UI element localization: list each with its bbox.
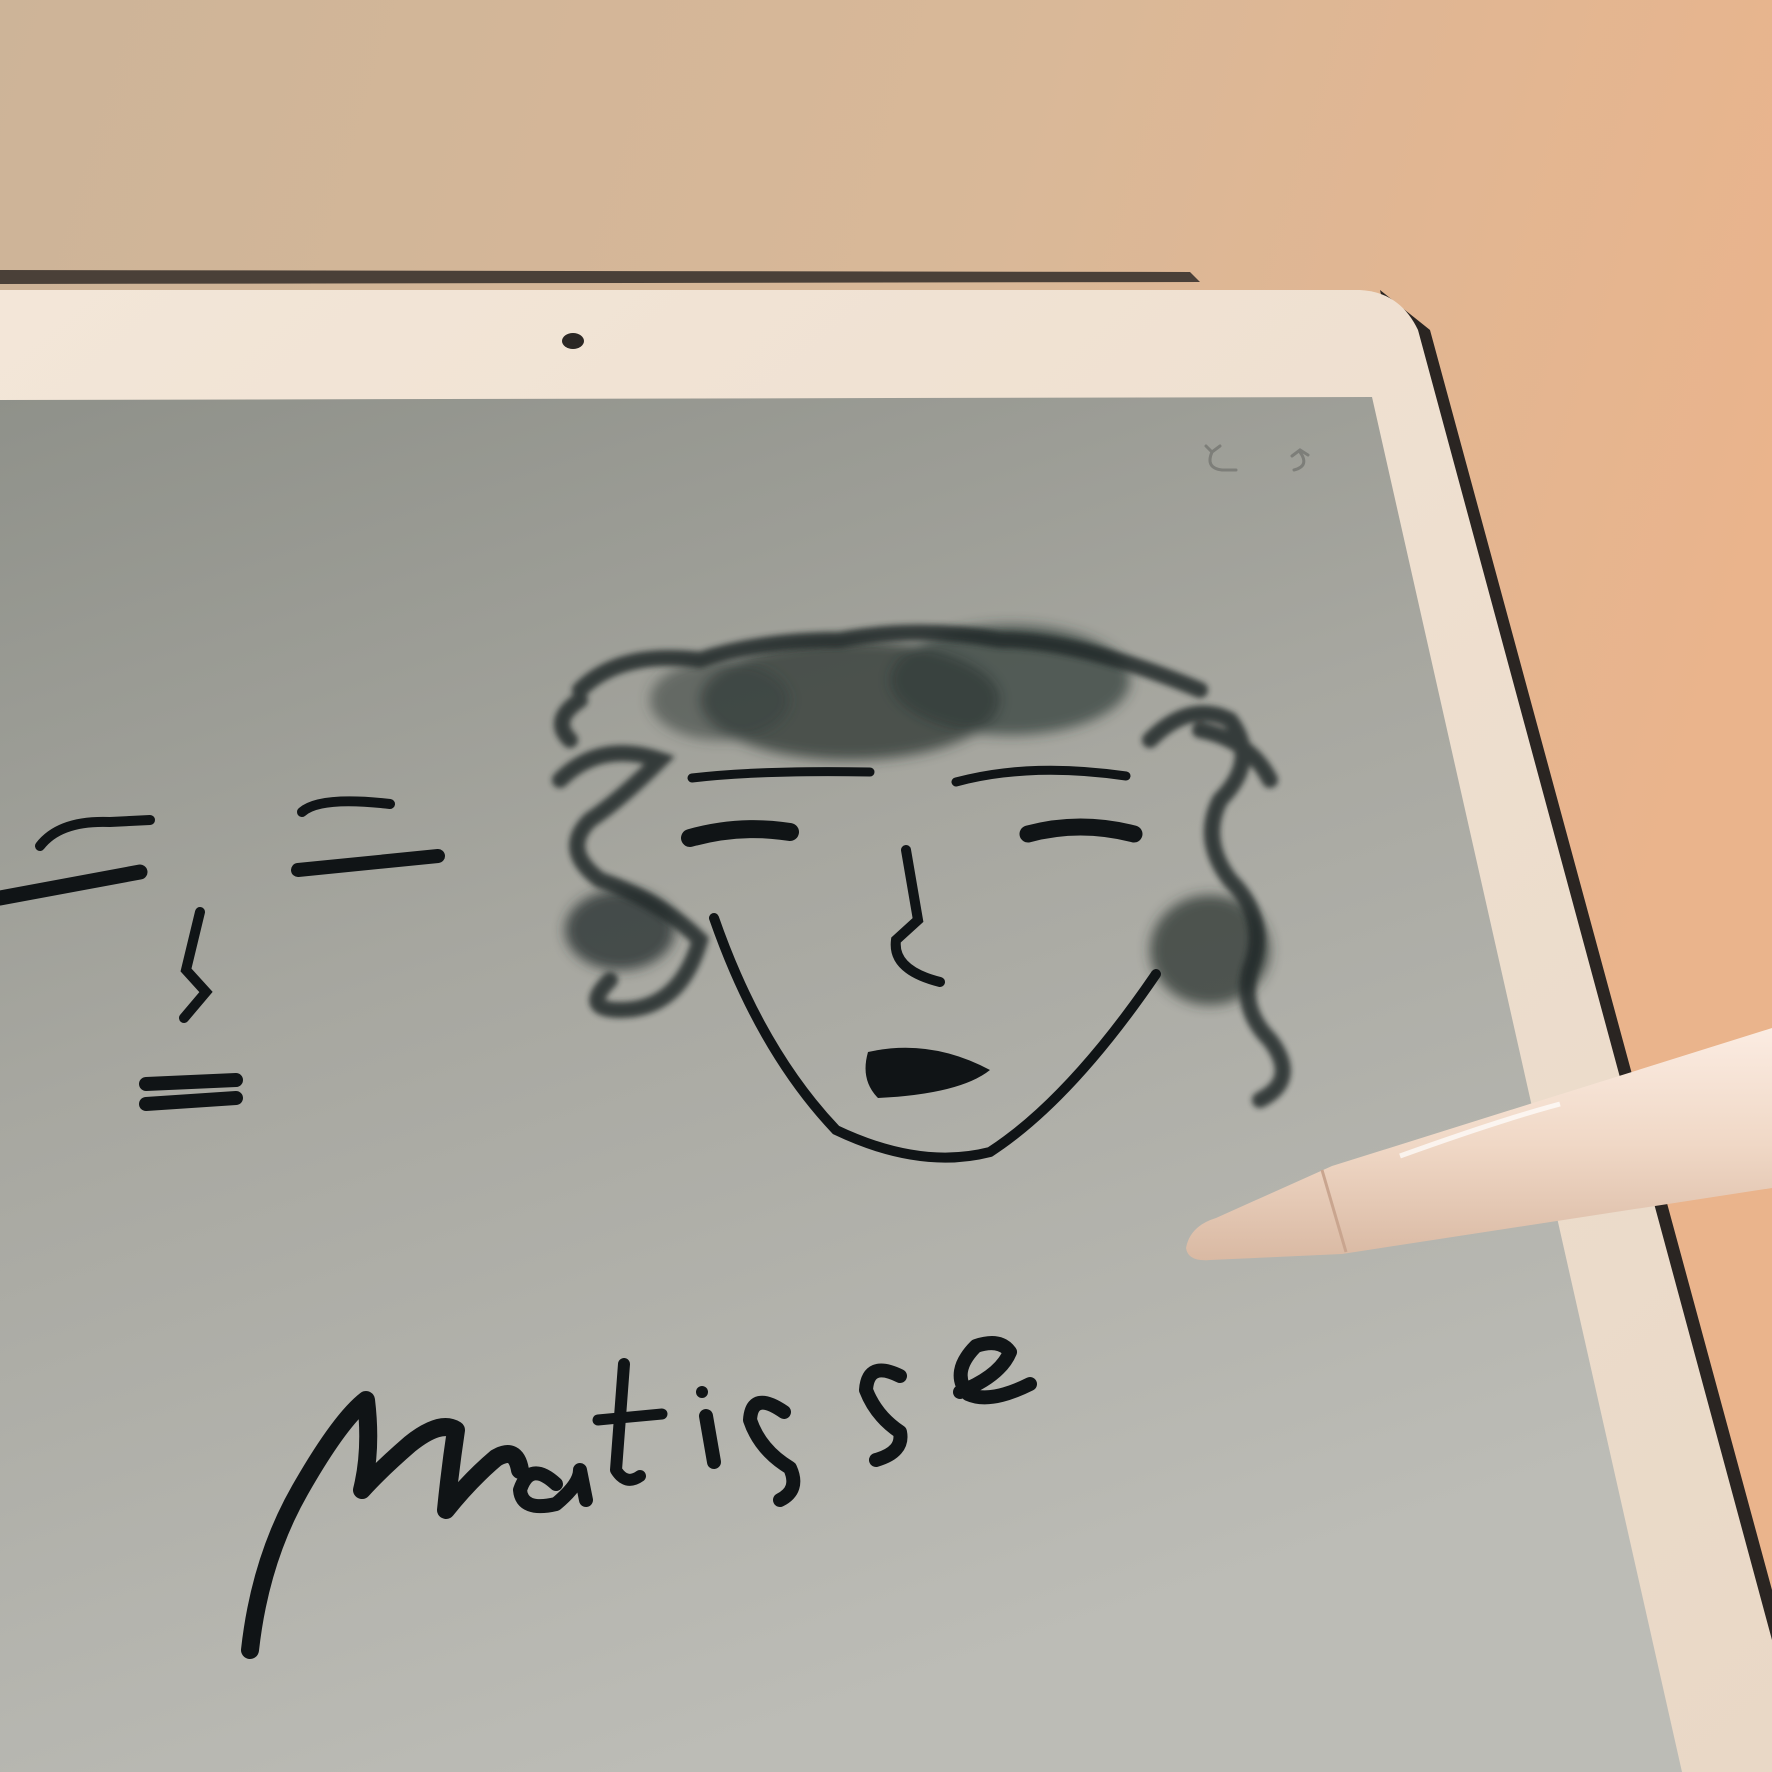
photo-scene bbox=[0, 0, 1772, 1772]
front-camera bbox=[562, 333, 584, 349]
undo-button[interactable] bbox=[1196, 440, 1246, 480]
redo-button[interactable] bbox=[1280, 436, 1330, 480]
back-device-edge bbox=[0, 270, 1200, 284]
